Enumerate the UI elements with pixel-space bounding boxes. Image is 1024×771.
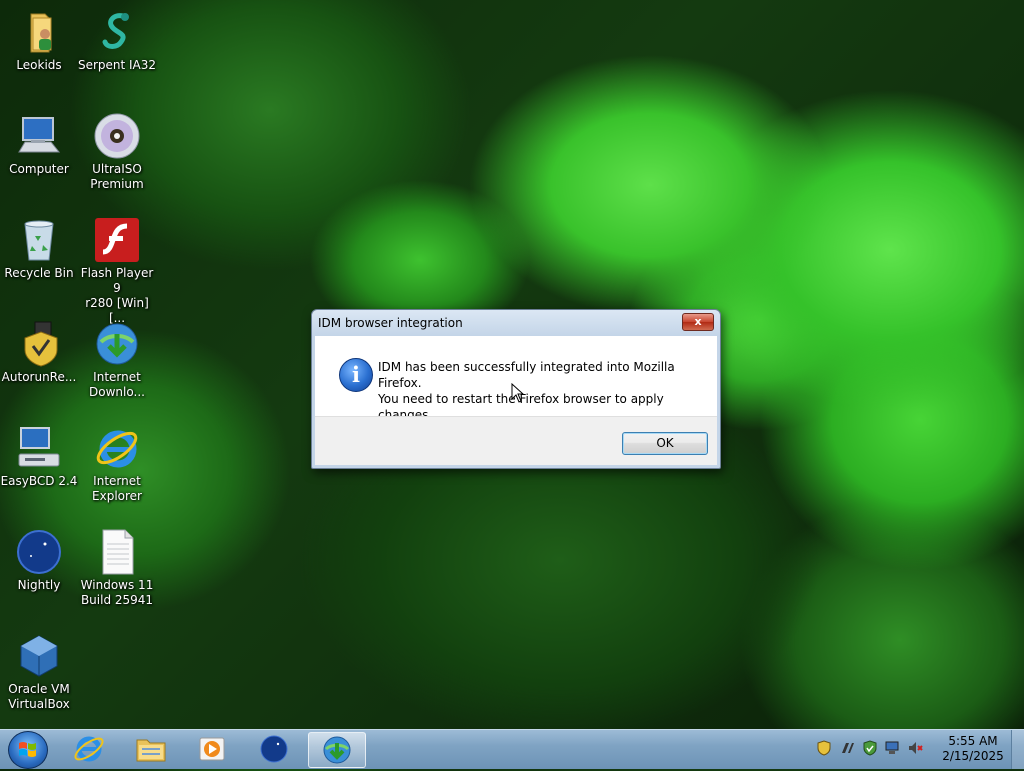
taskbar-internet-download-manager[interactable] — [308, 732, 366, 768]
close-button[interactable]: x — [682, 313, 714, 331]
desktop-icon-label: Internet Downlo... — [89, 370, 145, 399]
taskbar-file-explorer[interactable] — [123, 732, 179, 766]
system-tray — [816, 740, 926, 760]
windows-start-icon — [19, 742, 36, 757]
message-area: i IDM has been successfully integrated i… — [315, 336, 717, 422]
virtualbox-icon — [15, 632, 63, 680]
desktop-icon-label: EasyBCD 2.4 — [0, 474, 78, 488]
desktop-icon-internet-explorer[interactable]: Internet Explorer — [77, 424, 157, 504]
desktop-icon-label: Serpent IA32 — [77, 58, 157, 72]
dialog-title: IDM browser integration — [318, 316, 463, 330]
close-icon: x — [694, 315, 702, 328]
clock-time: 5:55 AM — [948, 734, 998, 748]
desktop-icon-flash-player[interactable]: Flash Player 9 r280 [Win] [... — [77, 216, 157, 326]
desktop-icon-leokids[interactable]: Leokids — [0, 8, 79, 73]
easybcd-icon — [15, 424, 63, 472]
disc-icon — [93, 112, 141, 160]
desktop-icon-label: Oracle VM VirtualBox — [8, 682, 70, 711]
network-icon[interactable] — [884, 740, 900, 756]
desktop-icon-label: AutorunRe... — [1, 370, 77, 384]
clock[interactable]: 5:55 AM 2/15/2025 — [936, 734, 1010, 764]
desktop-icon-virtualbox[interactable]: Oracle VM VirtualBox — [0, 632, 79, 712]
dialog-titlebar[interactable]: IDM browser integration x — [312, 310, 720, 336]
desktop-icon-recycle-bin[interactable]: Recycle Bin — [0, 216, 79, 281]
recycle-bin-icon — [15, 216, 63, 264]
message-line-1: IDM has been successfully integrated int… — [378, 360, 675, 390]
dialog-message: IDM has been successfully integrated int… — [378, 359, 708, 423]
desktop-icon-computer[interactable]: Computer — [0, 112, 79, 177]
desktop-icon-serpent[interactable]: Serpent IA32 — [77, 8, 157, 73]
internet-explorer-icon — [74, 736, 104, 762]
desktop-icon-label: Computer — [9, 162, 69, 176]
serpent-icon — [93, 8, 141, 56]
desktop-icon-label: UltraISO Premium — [90, 162, 144, 191]
flash-icon — [93, 216, 141, 264]
ok-button[interactable]: OK — [622, 432, 708, 455]
taskbar-media-player[interactable] — [184, 732, 240, 766]
internet-explorer-icon — [93, 424, 141, 472]
media-player-icon — [199, 737, 225, 761]
desktop-icon-label: Nightly — [17, 578, 61, 592]
idm-tray-icon[interactable] — [839, 740, 855, 756]
desktop-icon-ultraiso[interactable]: UltraISO Premium — [77, 112, 157, 192]
desktop-icon-label: Windows 11 Build 25941 — [80, 578, 154, 607]
desktop-icon-nightly[interactable]: Nightly — [0, 528, 79, 593]
desktop-icon-label: Recycle Bin — [4, 266, 74, 280]
desktop-icon-windows-11-build[interactable]: Windows 11 Build 25941 — [77, 528, 157, 608]
desktop-icon-label: Flash Player 9 r280 [Win] [... — [80, 266, 154, 325]
taskbar: 5:55 AM 2/15/2025 — [0, 729, 1024, 769]
start-button[interactable] — [8, 731, 48, 769]
info-icon: i — [339, 358, 373, 392]
button-area: OK — [315, 416, 717, 465]
desktop-icon-label: Internet Explorer — [92, 474, 142, 503]
volume-muted-icon[interactable] — [907, 740, 924, 756]
idm-icon — [93, 320, 141, 368]
file-explorer-icon — [136, 739, 166, 762]
computer-icon — [15, 112, 63, 160]
desktop-icon-autorun-remover[interactable]: AutorunRe... — [0, 320, 79, 385]
mouse-cursor-icon — [511, 383, 525, 403]
nightly-icon — [260, 735, 288, 763]
shield-usb-icon — [15, 320, 63, 368]
desktop-icon-easybcd[interactable]: EasyBCD 2.4 — [0, 424, 79, 489]
show-desktop-button[interactable] — [1011, 730, 1024, 769]
nightly-icon — [15, 528, 63, 576]
folder-user-icon — [15, 8, 63, 56]
security-icon[interactable] — [862, 740, 878, 756]
text-file-icon — [93, 528, 141, 576]
taskbar-nightly[interactable] — [246, 732, 302, 766]
idm-icon — [323, 736, 351, 764]
desktop-icon-label: Leokids — [16, 58, 62, 72]
shield-icon[interactable] — [816, 740, 832, 756]
clock-date: 2/15/2025 — [942, 749, 1004, 763]
taskbar-internet-explorer[interactable] — [61, 732, 117, 766]
desktop-icon-internet-download-manager[interactable]: Internet Downlo... — [77, 320, 157, 400]
